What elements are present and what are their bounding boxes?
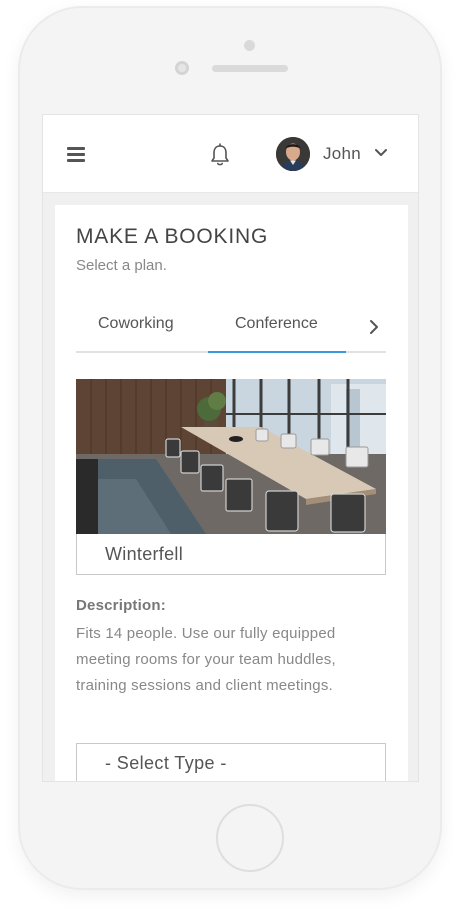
user-name[interactable]: John xyxy=(323,144,361,164)
page-title: MAKE A BOOKING xyxy=(76,225,269,248)
chevron-down-icon[interactable] xyxy=(374,148,388,158)
type-select[interactable]: - Select Type - xyxy=(76,743,386,781)
proximity-sensor xyxy=(175,61,189,75)
top-bar: John xyxy=(43,115,418,193)
plan-tabs: Coworking Conference xyxy=(76,303,386,353)
description-label: Description: xyxy=(76,597,166,614)
page-subtitle: Select a plan. xyxy=(76,257,167,274)
tab-coworking[interactable]: Coworking xyxy=(98,315,174,333)
hamburger-menu-icon[interactable] xyxy=(67,147,85,162)
room-name-box: Winterfell xyxy=(76,534,386,575)
room-photo xyxy=(76,379,386,534)
bell-icon[interactable] xyxy=(209,143,231,167)
avatar[interactable] xyxy=(276,137,310,171)
app-screen: John MAKE A BOOKING Select a plan. Cowor… xyxy=(42,114,419,782)
home-button[interactable] xyxy=(216,804,284,872)
tab-conference[interactable]: Conference xyxy=(235,315,318,333)
description-text: Fits 14 people. Use our fully equipped m… xyxy=(76,625,336,694)
booking-card: MAKE A BOOKING Select a plan. Coworking … xyxy=(55,205,408,781)
front-camera xyxy=(244,40,255,51)
chevron-right-icon[interactable] xyxy=(368,319,380,335)
earpiece-speaker xyxy=(212,65,288,72)
active-tab-indicator xyxy=(208,351,346,353)
type-select-value: - Select Type - xyxy=(105,753,227,773)
room-name: Winterfell xyxy=(105,544,184,564)
